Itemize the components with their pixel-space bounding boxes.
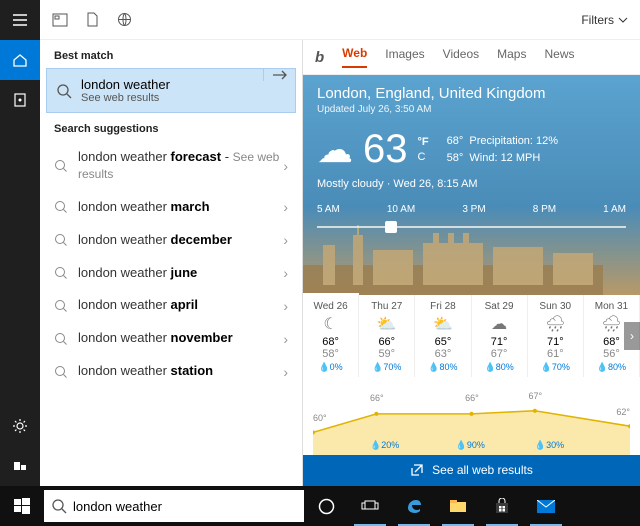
filters-label: Filters [581,13,614,27]
cortana-icon[interactable] [304,486,348,526]
suggestion-item[interactable]: london weather november› [40,322,302,355]
suggestion-item[interactable]: london weather station› [40,355,302,388]
chevron-down-icon [618,17,628,23]
edge-icon[interactable] [392,486,436,526]
best-match-heading: Best match [40,40,302,68]
slider-knob[interactable] [385,221,397,233]
results-pane: Best match london weather See web result… [40,40,303,486]
see-all-results-button[interactable]: See all web results [303,455,640,486]
web-scope-icon[interactable] [117,12,132,27]
timeline-label: 10 AM [387,204,415,215]
precip-label: Precipitation: 12% [469,135,558,147]
current-temp: 63 [363,127,408,172]
search-icon [54,200,78,214]
timeline-label: 1 AM [603,204,626,215]
forecast-day[interactable]: Fri 28⛅65°63°💧80% [415,295,471,377]
best-match-item[interactable]: london weather See web results [46,68,296,113]
weather-card: London, England, United Kingdom Updated … [303,75,640,295]
apps-scope-icon[interactable] [52,13,68,27]
chevron-right-icon: › [283,265,288,281]
suggestion-item[interactable]: london weather april› [40,289,302,322]
filters-button[interactable]: Filters [581,13,628,27]
suggestion-item[interactable]: london weather december› [40,224,302,257]
preview-pane: b Web Images Videos Maps News London, Englan… [303,40,640,486]
taskbar [0,486,640,526]
bing-tab-maps[interactable]: Maps [497,47,526,67]
bing-tab-web[interactable]: Web [342,46,367,68]
search-icon [54,365,78,379]
forecast-next-icon[interactable]: › [624,322,640,350]
arrow-right-icon[interactable] [263,69,295,81]
see-all-label: See all web results [432,463,533,477]
chevron-right-icon: › [283,232,288,248]
forecast-day[interactable]: Wed 26☾68°58°💧0% [303,295,359,377]
timeline-label: 5 AM [317,204,340,215]
bing-tabs: b Web Images Videos Maps News [303,40,640,75]
weather-updated: Updated July 26, 3:50 AM [317,104,626,115]
chevron-right-icon: › [283,158,288,174]
home-icon[interactable] [0,40,40,80]
search-icon [54,299,78,313]
hourly-slider[interactable]: 5 AM 10 AM 3 PM 8 PM 1 AM [317,204,626,244]
forecast-day[interactable]: Sat 29☁71°67°💧80% [472,295,528,377]
weather-icon: ⛅ [417,314,468,334]
weather-icon: ☁ [474,314,525,334]
open-icon [410,463,424,477]
chevron-right-icon: › [283,364,288,380]
explorer-icon[interactable] [436,486,480,526]
suggestion-item[interactable]: london weather march› [40,191,302,224]
wind-label: Wind: 12 MPH [469,152,540,164]
search-icon [54,159,78,173]
taskbar-search[interactable] [44,490,304,522]
search-icon [47,83,81,99]
suggestion-item[interactable]: london weather june› [40,257,302,290]
best-match-subtitle: See web results [81,92,263,104]
suggestions-heading: Search suggestions [40,113,302,141]
weather-icon: ⛅ [361,314,412,334]
menu-icon[interactable] [0,0,40,40]
best-match-title: london weather [81,77,263,92]
documents-scope-icon[interactable] [86,12,99,27]
taskview-icon[interactable] [348,486,392,526]
timeline-label: 8 PM [533,204,556,215]
weather-icon: 🌧 [530,314,581,334]
suggestion-item[interactable]: london weather forecast - See web result… [40,141,302,191]
search-icon [52,499,67,514]
forecast-day[interactable]: Thu 27⛅66°59°💧70% [359,295,415,377]
store-icon[interactable] [480,486,524,526]
search-icon [54,233,78,247]
weather-location: London, England, United Kingdom [317,85,626,102]
chevron-right-icon: › [283,331,288,347]
bing-logo: b [315,49,324,66]
notebook-icon[interactable] [0,80,40,120]
mail-icon[interactable] [524,486,568,526]
weather-description: Mostly cloudy · Wed 26, 8:15 AM [303,178,640,190]
settings-icon[interactable] [0,406,40,446]
today-low: 58° [447,152,464,164]
timeline-label: 3 PM [462,204,485,215]
cloud-icon: ☁ [317,129,353,171]
temp-chart: 60° 66° 66° 67° 62° 💧20% 💧90% 💧30% [313,383,630,455]
today-high: 68° [447,135,464,147]
start-button[interactable] [0,486,44,526]
chevron-right-icon: › [283,298,288,314]
cortana-rail [0,0,40,486]
weather-icon: ☾ [305,314,356,334]
search-icon [54,266,78,280]
forecast-row: Wed 26☾68°58°💧0%Thu 27⛅66°59°💧70%Fri 28⛅… [303,295,640,377]
search-icon [54,332,78,346]
bing-tab-videos[interactable]: Videos [443,47,479,67]
topbar: Filters [40,0,640,40]
chevron-right-icon: › [283,199,288,215]
bing-tab-images[interactable]: Images [385,47,424,67]
forecast-day[interactable]: Sun 30🌧71°61°💧70% [528,295,584,377]
feedback-icon[interactable] [0,446,40,486]
bing-tab-news[interactable]: News [544,47,574,67]
temp-units[interactable]: °FC [418,135,429,164]
search-input[interactable] [73,499,296,514]
